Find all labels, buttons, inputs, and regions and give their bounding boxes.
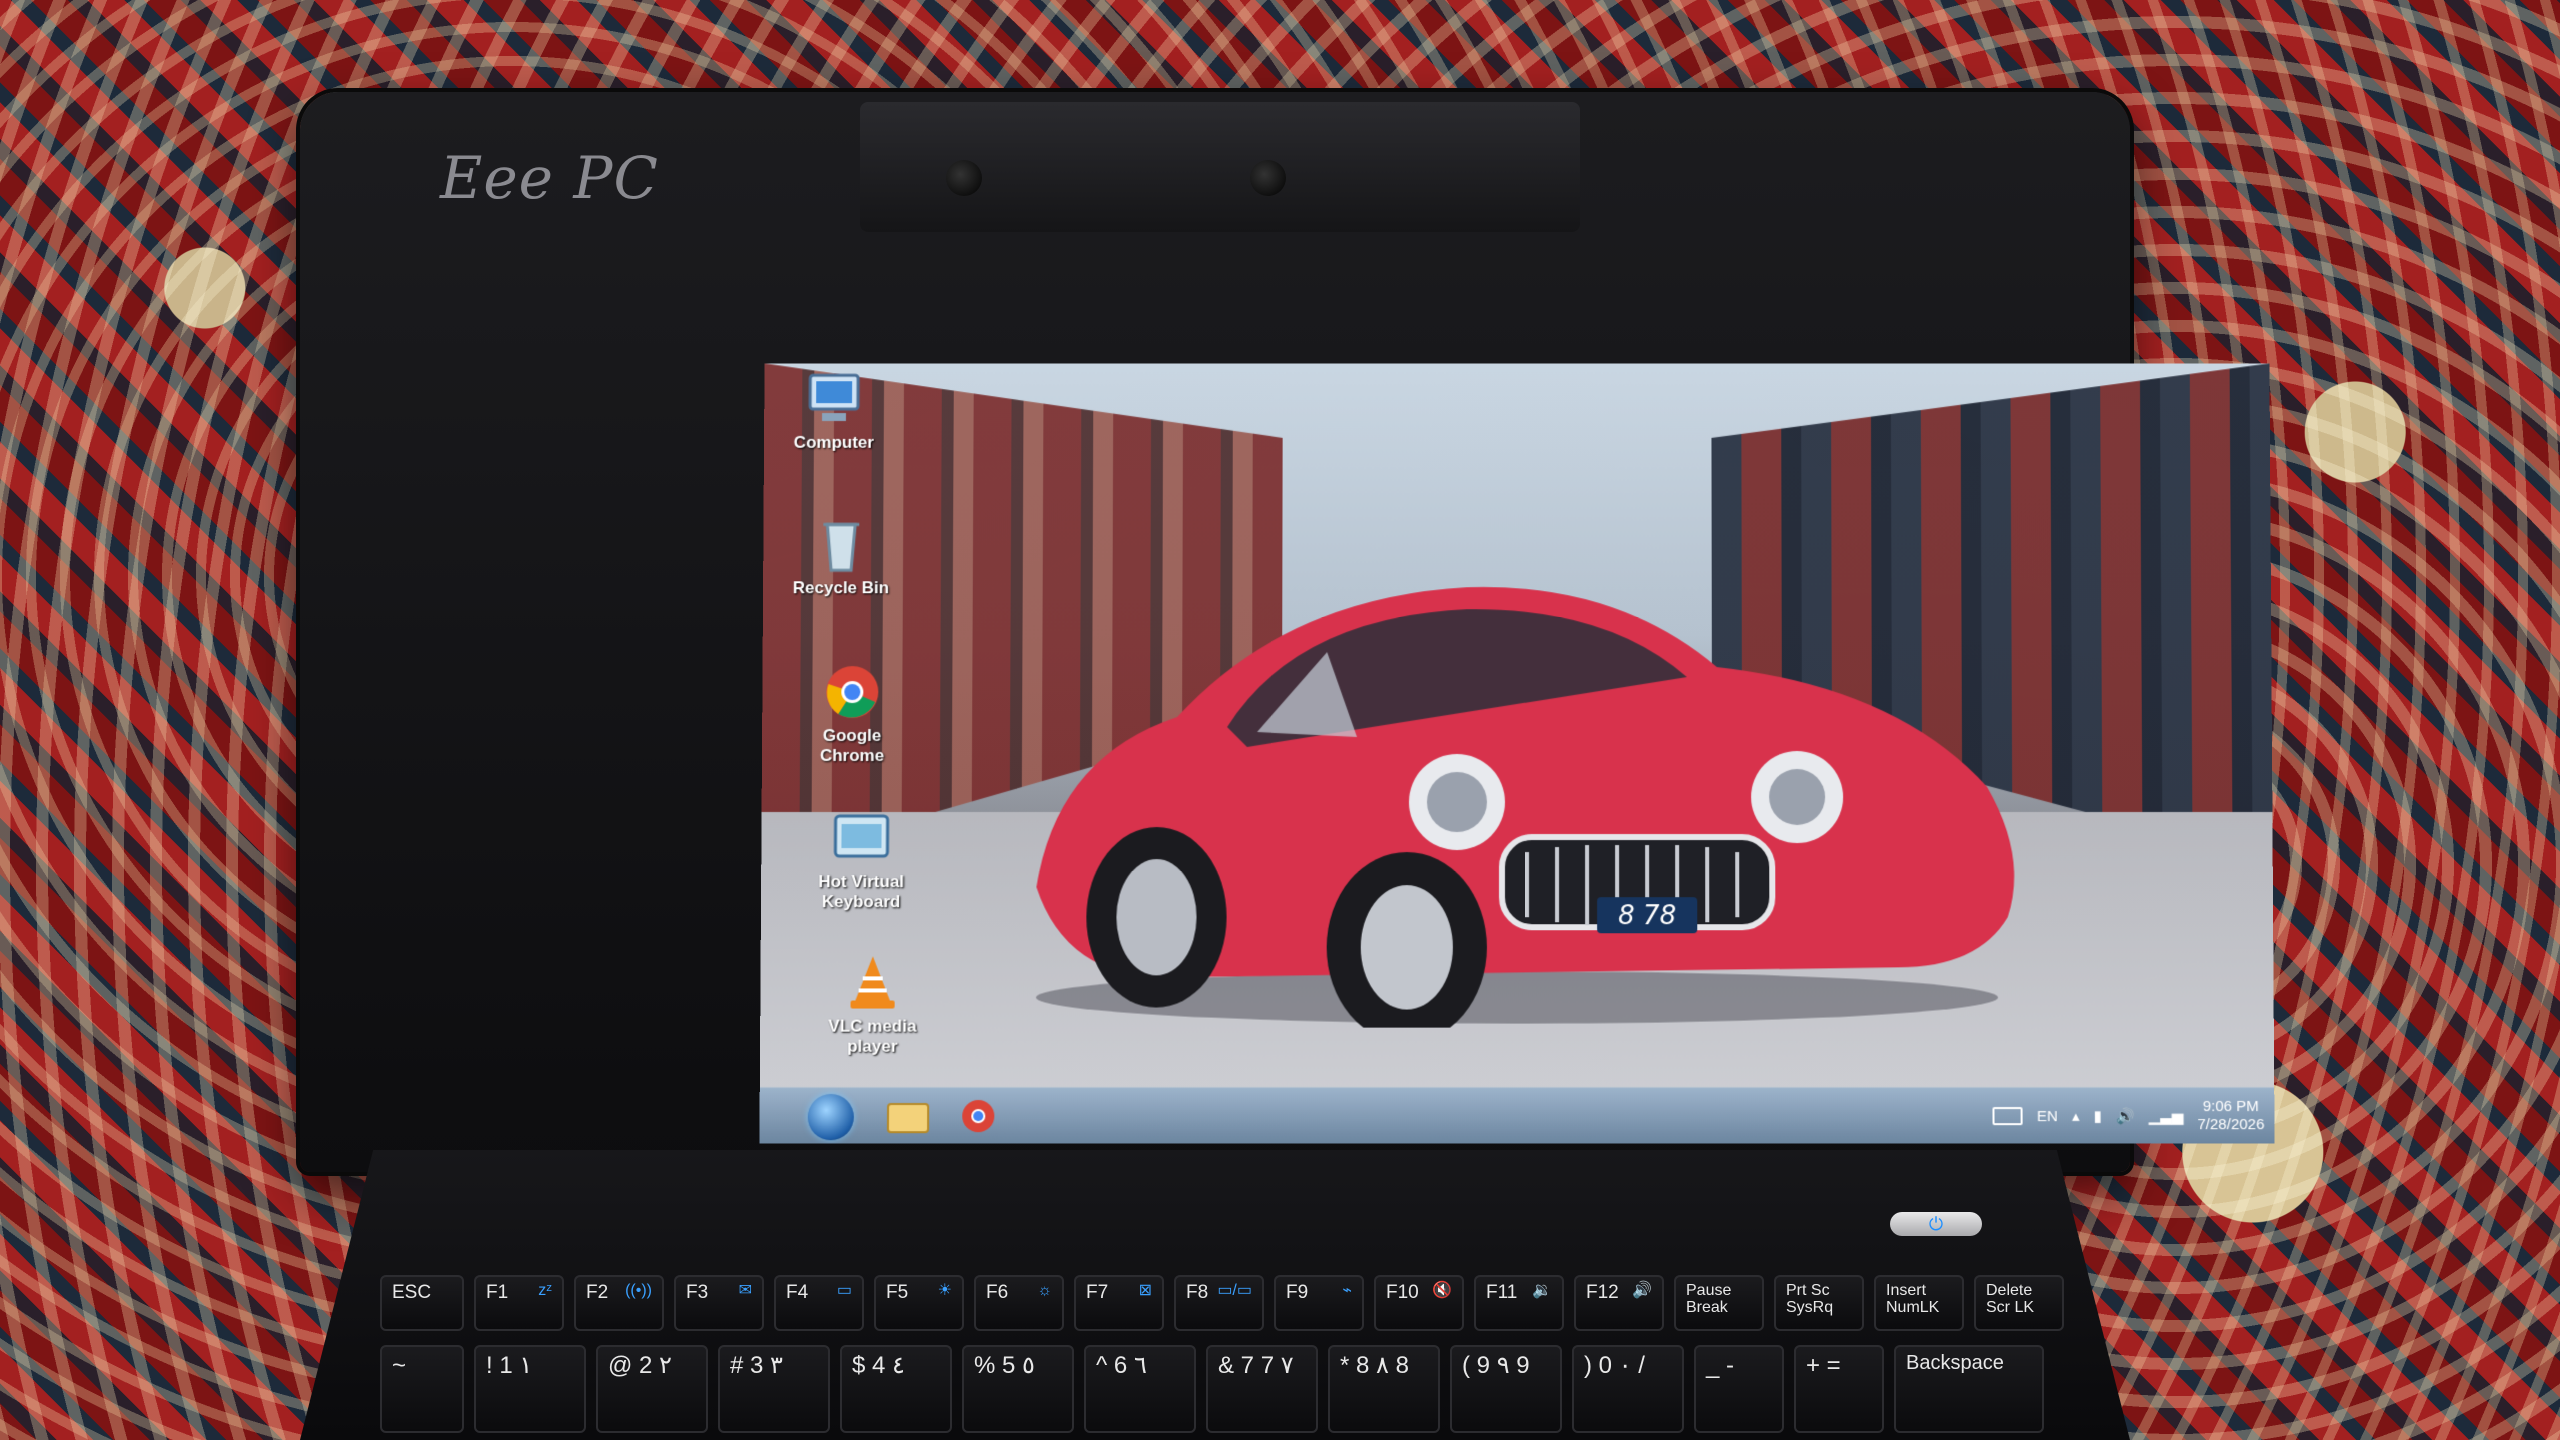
key-equals[interactable]: + = [1794, 1345, 1884, 1433]
language-indicator[interactable]: EN [2037, 1108, 2058, 1125]
desktop-icon-label: Google Chrome [819, 726, 885, 765]
key-f1[interactable]: F1 zᶻ [474, 1275, 564, 1331]
key-pause-break[interactable]: Pause Break [1674, 1275, 1764, 1331]
desktop-icon-label: Recycle Bin [792, 578, 890, 598]
vlc-icon [850, 956, 904, 1009]
key-tilde[interactable]: ~ [380, 1345, 464, 1433]
desktop-icon-computer[interactable]: Computer [774, 369, 894, 452]
desktop-icon-chrome[interactable]: Google Chrome [792, 662, 913, 766]
key-f10[interactable]: F10 🔇 [1374, 1275, 1464, 1331]
desktop-icon-vlc[interactable]: VLC media player [812, 952, 933, 1056]
key-backspace[interactable]: Backspace [1894, 1345, 2044, 1433]
keyboard-app-icon [833, 814, 889, 857]
key-esc[interactable]: ESC [380, 1275, 464, 1331]
key-f11[interactable]: F11 🔉 [1474, 1275, 1564, 1331]
desktop-icon-hot-virtual-keyboard[interactable]: Hot Virtual Keyboard [801, 808, 922, 912]
key-f7[interactable]: F7 ⊠ [1074, 1275, 1164, 1331]
taskbar: EN ▴ ▮ 🔊 ▁▃▅ 9:06 PM 7/28/2026 [759, 1086, 2275, 1144]
battery-icon[interactable]: ▮ [2093, 1107, 2101, 1125]
network-icon[interactable]: ▁▃▅ [2149, 1107, 2184, 1125]
desktop-icon-label: VLC media player [828, 1016, 917, 1056]
clock-date: 7/28/2026 [2197, 1116, 2265, 1134]
key-f4[interactable]: F4 ▭ [774, 1275, 864, 1331]
key-f8[interactable]: F8 ▭/▭ [1174, 1275, 1264, 1331]
desktop-screen: 8 78 Computer Recycle Bin Google Chrome … [759, 363, 2275, 1144]
laptop-lid: Eee PC 8 78 Computer Recycle Bin Google … [300, 92, 2275, 1172]
key-8[interactable]: * 8 ٨ 8 [1328, 1345, 1440, 1433]
number-key-row: ~ ! 1 ۱ @ 2 ۲ # 3 ۳ $ 4 ٤ % 5 ٥ ^ 6 ٦ & … [380, 1345, 2044, 1433]
key-print-screen[interactable]: Prt Sc SysRq [1774, 1275, 1864, 1331]
desktop-icon-recycle-bin[interactable]: Recycle Bin [781, 515, 901, 599]
brand-logo: Eee PC [440, 144, 659, 212]
power-button[interactable]: ⏻ [1890, 1212, 1982, 1236]
wallpaper-red-car: 8 78 [996, 557, 2039, 1043]
key-f12[interactable]: F12 🔊 [1574, 1275, 1664, 1331]
key-5[interactable]: % 5 ٥ [962, 1345, 1074, 1433]
function-key-row: ESC F1 zᶻ F2 ((•)) F3 ✉ F4 ▭ F5 ☀ F6 ☼ F7 ⊠ F8 ▭… [380, 1275, 2064, 1331]
desktop-icon-label: Hot Virtual Keyboard [818, 872, 905, 912]
computer-icon [802, 369, 866, 422]
key-delete[interactable]: Delete Scr LK [1974, 1275, 2064, 1331]
key-f6[interactable]: F6 ☼ [974, 1275, 1064, 1331]
key-9[interactable]: ( 9 ٩ 9 [1450, 1345, 1562, 1433]
key-minus[interactable]: _ - [1694, 1345, 1784, 1433]
start-button[interactable] [807, 1093, 855, 1141]
show-hidden-icons[interactable]: ▴ [2072, 1107, 2080, 1125]
key-f2[interactable]: F2 ((•)) [574, 1275, 664, 1331]
clock-time: 9:06 PM [2202, 1097, 2259, 1116]
key-f9[interactable]: F9 ⌁ [1274, 1275, 1364, 1331]
desktop-icon-label: Computer [793, 432, 874, 452]
keyboard-icon[interactable] [1992, 1107, 2023, 1126]
webcam-icon [946, 160, 982, 196]
key-0[interactable]: ) 0 ٠ / [1572, 1345, 1684, 1433]
folder-icon [880, 1094, 936, 1138]
key-f5[interactable]: F5 ☀ [874, 1275, 964, 1331]
key-4[interactable]: $ 4 ٤ [840, 1345, 952, 1433]
key-7[interactable]: & 7 7 ٧ [1206, 1345, 1318, 1433]
recycle-bin-icon [809, 515, 873, 575]
key-f3[interactable]: F3 ✉ [674, 1275, 764, 1331]
key-3[interactable]: # 3 ۳ [718, 1345, 830, 1433]
key-1[interactable]: ! 1 ۱ [474, 1345, 586, 1433]
taskbar-chrome[interactable] [950, 1094, 1006, 1138]
key-insert[interactable]: Insert NumLK [1874, 1275, 1964, 1331]
system-tray: EN ▴ ▮ 🔊 ▁▃▅ 9:06 PM 7/28/2026 [1992, 1092, 2265, 1140]
key-2[interactable]: @ 2 ۲ [596, 1345, 708, 1433]
chrome-icon [826, 666, 879, 719]
key-6[interactable]: ^ 6 ٦ [1084, 1345, 1196, 1433]
taskbar-file-explorer[interactable] [880, 1094, 936, 1138]
clock[interactable]: 9:06 PM 7/28/2026 [2197, 1098, 2264, 1134]
volume-icon[interactable]: 🔊 [2116, 1107, 2135, 1125]
webcam-sensor-icon [1250, 160, 1286, 196]
license-plate: 8 78 [1618, 901, 1676, 931]
chrome-icon [962, 1100, 995, 1133]
